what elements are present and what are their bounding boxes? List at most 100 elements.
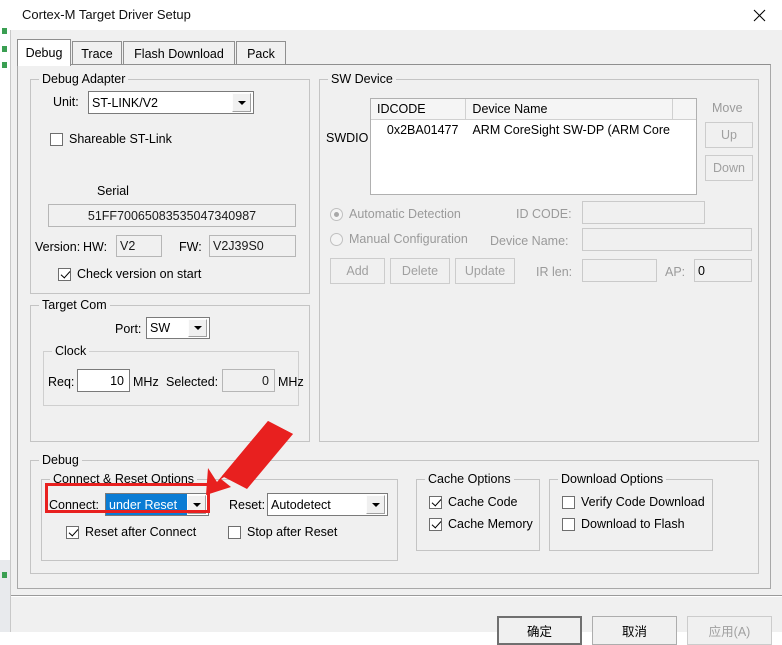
column-header-device-name[interactable]: Device Name	[466, 99, 674, 119]
cache-memory-checkbox[interactable]: Cache Memory	[429, 517, 533, 531]
checkbox-box	[562, 517, 575, 531]
close-icon[interactable]	[736, 0, 782, 30]
req-label: Req:	[48, 375, 75, 389]
checkbox-label: Stop after Reset	[247, 525, 338, 539]
checkbox-label: Cache Code	[448, 495, 518, 509]
connect-reset-options-group: Connect & Reset Options Connect: under R…	[41, 472, 398, 561]
req-clock-field[interactable]: 10	[77, 369, 130, 392]
version-label: Version:	[35, 240, 81, 254]
debug-adapter-group: Debug Adapter Unit: ST-LINK/V2 Shareable…	[30, 72, 310, 294]
port-combo[interactable]: SW	[146, 317, 210, 339]
cache-options-group: Cache Options Cache Code Cache Memory	[416, 472, 540, 551]
connect-combo-value: under Reset	[106, 494, 187, 515]
group-legend: SW Device	[328, 72, 396, 86]
group-legend: Debug	[39, 453, 82, 467]
ok-button[interactable]: 确定	[497, 616, 582, 645]
checkbox-box	[58, 267, 71, 281]
background-editor-strip-lower	[0, 560, 10, 632]
fw-version-field: V2J39S0	[209, 235, 296, 257]
move-label: Move	[712, 101, 743, 115]
cell-device-name: ARM CoreSight SW-DP (ARM Core	[472, 123, 670, 137]
hw-version-value: V2	[120, 239, 136, 253]
editor-change-mark	[2, 62, 7, 68]
checkbox-label: Check version on start	[77, 267, 202, 281]
tab-label: Pack	[247, 46, 275, 61]
chevron-down-icon[interactable]	[188, 319, 207, 337]
cache-code-checkbox[interactable]: Cache Code	[429, 495, 518, 509]
tab-strip: Debug Trace Flash Download Pack	[17, 39, 777, 66]
editor-change-mark	[2, 572, 7, 578]
selected-clock-field: 0	[222, 369, 275, 392]
radio-label: Automatic Detection	[349, 207, 461, 221]
id-code-label: ID CODE:	[516, 207, 572, 221]
chevron-down-icon[interactable]	[366, 495, 385, 514]
radio-box	[330, 207, 343, 221]
sw-device-list[interactable]: IDCODE Device Name 0x2BA01477 ARM CoreSi…	[370, 98, 697, 195]
serial-value: 51FF70065083535047340987	[87, 208, 257, 223]
chevron-down-icon[interactable]	[187, 495, 206, 514]
verify-code-download-checkbox[interactable]: Verify Code Download	[562, 495, 705, 509]
checkbox-box	[66, 525, 79, 539]
serial-field: 51FF70065083535047340987	[48, 204, 296, 227]
checkbox-box	[50, 132, 63, 146]
unit-label: Unit:	[53, 95, 79, 109]
manual-configuration-radio[interactable]: Manual Configuration	[330, 232, 468, 246]
unit-combo-value: ST-LINK/V2	[92, 95, 158, 110]
move-down-button[interactable]: Down	[705, 155, 753, 181]
move-up-button[interactable]: Up	[705, 122, 753, 148]
delete-button[interactable]: Delete	[390, 258, 450, 284]
tab-trace[interactable]: Trace	[72, 41, 122, 65]
radio-box	[330, 232, 343, 246]
table-row[interactable]: 0x2BA01477 ARM CoreSight SW-DP (ARM Core	[371, 120, 696, 140]
check-version-on-start-checkbox[interactable]: Check version on start	[58, 267, 201, 281]
tab-pack[interactable]: Pack	[236, 41, 286, 65]
button-label: Update	[464, 264, 506, 278]
device-name-field[interactable]	[582, 228, 752, 251]
ir-len-label: IR len:	[536, 265, 573, 279]
dialog-client-area: Debug Trace Flash Download Pack Debug Ad…	[11, 30, 782, 645]
download-options-group: Download Options Verify Code Download Do…	[549, 472, 713, 551]
update-button[interactable]: Update	[455, 258, 515, 284]
group-legend: Download Options	[558, 472, 667, 486]
id-code-field[interactable]	[582, 201, 705, 224]
cortex-m-target-driver-setup-dialog: Cortex-M Target Driver Setup Debug Trace…	[0, 0, 782, 645]
serial-label: Serial	[97, 184, 129, 198]
reset-combo-value: Autodetect	[271, 497, 331, 512]
sw-device-group: SW Device SWDIO IDCODE Device Name 0x2BA…	[319, 72, 759, 442]
req-clock-value: 10	[110, 373, 124, 388]
background-editor-strip	[0, 0, 11, 632]
window-title: Cortex-M Target Driver Setup	[22, 7, 191, 22]
group-legend: Debug Adapter	[39, 72, 129, 86]
group-legend: Clock	[52, 344, 90, 358]
shareable-st-link-checkbox[interactable]: Shareable ST-Link	[50, 132, 172, 146]
column-header-extra[interactable]	[673, 99, 696, 119]
reset-combo[interactable]: Autodetect	[267, 493, 388, 516]
chevron-down-icon[interactable]	[232, 93, 251, 112]
ir-len-field[interactable]	[582, 259, 657, 282]
add-button[interactable]: Add	[330, 258, 385, 284]
connect-combo[interactable]: under Reset	[105, 493, 209, 516]
port-label: Port:	[115, 322, 142, 336]
column-header-idcode[interactable]: IDCODE	[371, 99, 467, 119]
checkbox-label: Verify Code Download	[581, 495, 705, 509]
checkbox-box	[429, 517, 442, 531]
unit-combo[interactable]: ST-LINK/V2	[88, 91, 254, 114]
group-legend: Connect & Reset Options	[50, 472, 198, 486]
title-bar: Cortex-M Target Driver Setup	[10, 0, 782, 30]
tab-flash-download[interactable]: Flash Download	[123, 41, 235, 65]
hw-label: HW:	[83, 240, 108, 254]
apply-button[interactable]: 应用(A)	[687, 616, 772, 645]
ap-label: AP:	[665, 265, 686, 279]
selected-unit-label: MHz	[278, 375, 304, 389]
tab-debug[interactable]: Debug	[17, 39, 71, 66]
cancel-button[interactable]: 取消	[592, 616, 677, 645]
stop-after-reset-checkbox[interactable]: Stop after Reset	[228, 525, 337, 539]
ap-field[interactable]: 0	[694, 259, 752, 282]
reset-after-connect-checkbox[interactable]: Reset after Connect	[66, 525, 196, 539]
selected-label: Selected:	[166, 375, 219, 389]
editor-change-mark	[2, 28, 7, 34]
automatic-detection-radio[interactable]: Automatic Detection	[330, 207, 461, 221]
download-to-flash-checkbox[interactable]: Download to Flash	[562, 517, 685, 531]
list-header-row: IDCODE Device Name	[371, 99, 696, 120]
reset-label: Reset:	[229, 498, 266, 512]
